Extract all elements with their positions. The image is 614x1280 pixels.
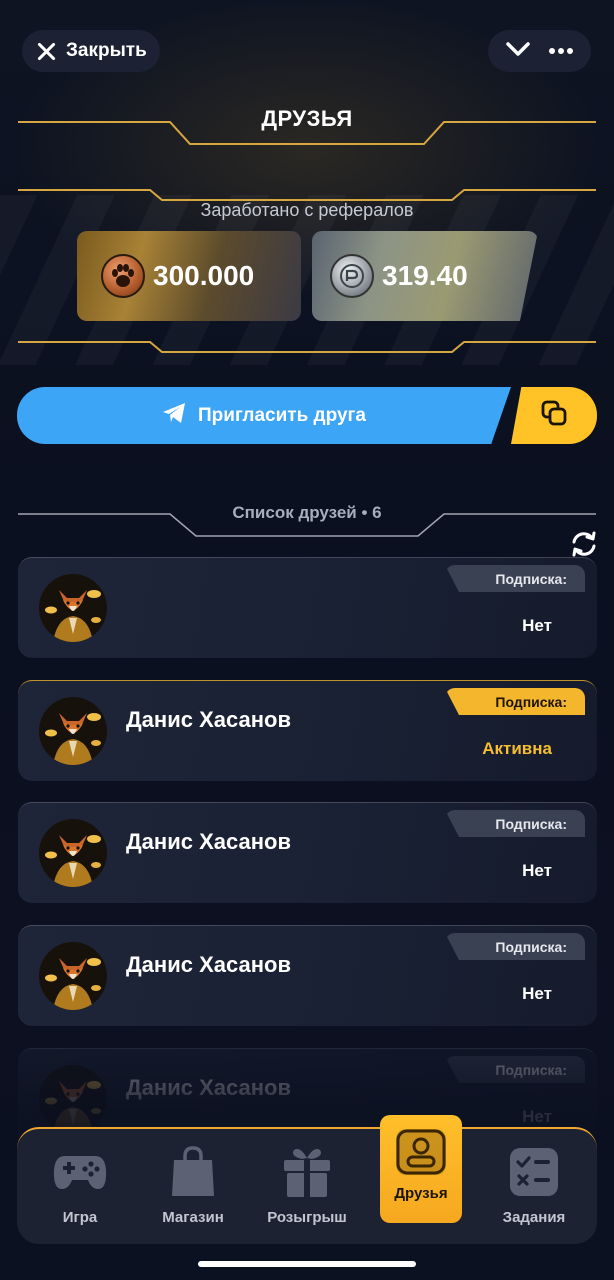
tasks-icon: [506, 1145, 562, 1199]
nav-label-friends: Друзья: [394, 1185, 448, 1202]
invite-friend-label: Пригласить друга: [198, 404, 366, 426]
window-controls: [488, 30, 591, 72]
page-title: ДРУЗЬЯ: [261, 106, 353, 131]
home-indicator: [198, 1261, 416, 1267]
silver-coin-icon: [330, 254, 374, 298]
subscription-label: Подписка:: [495, 571, 567, 587]
nav-label-shop: Магазин: [162, 1209, 224, 1226]
close-button[interactable]: Закрыть: [22, 30, 160, 72]
friend-card[interactable]: Данис Хасанов Подписка: Нет: [18, 925, 597, 1026]
silver-balance-value: 319.40: [382, 260, 468, 291]
subscription-status: Нет: [522, 616, 552, 635]
close-icon: [36, 41, 56, 61]
gift-icon: [279, 1145, 335, 1199]
nav-item-shop[interactable]: Магазин: [138, 1129, 248, 1246]
paw-balance-card: 300.000: [77, 231, 301, 321]
avatar: [39, 819, 107, 887]
user-icon: [393, 1125, 449, 1179]
avatar: [39, 574, 107, 642]
more-icon[interactable]: [548, 42, 574, 60]
nav-item-tasks[interactable]: Задания: [479, 1129, 589, 1246]
nav-item-friends[interactable]: Друзья: [380, 1115, 462, 1223]
refresh-icon[interactable]: [569, 530, 599, 558]
copy-link-button[interactable]: [511, 387, 597, 444]
nav-label-giveaway: Розыгрыш: [267, 1209, 347, 1226]
friend-card[interactable]: Данис Хасанов Подписка: Активна: [18, 680, 597, 781]
shopping-bag-icon: [165, 1145, 221, 1199]
nav-label-tasks: Задания: [502, 1209, 566, 1226]
telegram-send-icon: [162, 402, 186, 430]
subscription-status: Нет: [522, 984, 552, 1003]
friend-name: Данис Хасанов: [126, 829, 291, 854]
nav-item-game[interactable]: Игра: [25, 1129, 135, 1246]
earned-label: Заработано с рефералов: [200, 200, 414, 220]
paw-coin-icon: [101, 254, 145, 298]
subscription-label: Подписка:: [495, 816, 567, 832]
paw-balance-value: 300.000: [153, 260, 255, 291]
subscription-status: Активна: [482, 739, 552, 758]
subscription-label: Подписка:: [495, 939, 567, 955]
invite-friend-button[interactable]: Пригласить друга: [17, 387, 511, 444]
nav-label-game: Игра: [62, 1209, 98, 1226]
silver-balance-card: 319.40: [312, 231, 538, 321]
nav-item-giveaway[interactable]: Розыгрыш: [252, 1129, 362, 1246]
friend-name: Данис Хасанов: [126, 952, 291, 977]
friend-card[interactable]: Подписка: Нет: [18, 557, 597, 658]
chevron-down-icon[interactable]: [505, 40, 531, 63]
close-label: Закрыть: [66, 40, 147, 61]
bottom-nav: Игра Магазин Розыгрыш Друзья Задания: [17, 1115, 597, 1246]
friends-list-header: Список друзей • 6: [232, 503, 382, 522]
friend-name: Данис Хасанов: [126, 707, 291, 732]
subscription-label: Подписка:: [495, 694, 567, 710]
copy-icon: [539, 398, 569, 433]
avatar: [39, 942, 107, 1010]
friend-card[interactable]: Данис Хасанов Подписка: Нет: [18, 802, 597, 903]
subscription-status: Нет: [522, 861, 552, 880]
avatar: [39, 697, 107, 765]
gamepad-icon: [52, 1145, 108, 1199]
